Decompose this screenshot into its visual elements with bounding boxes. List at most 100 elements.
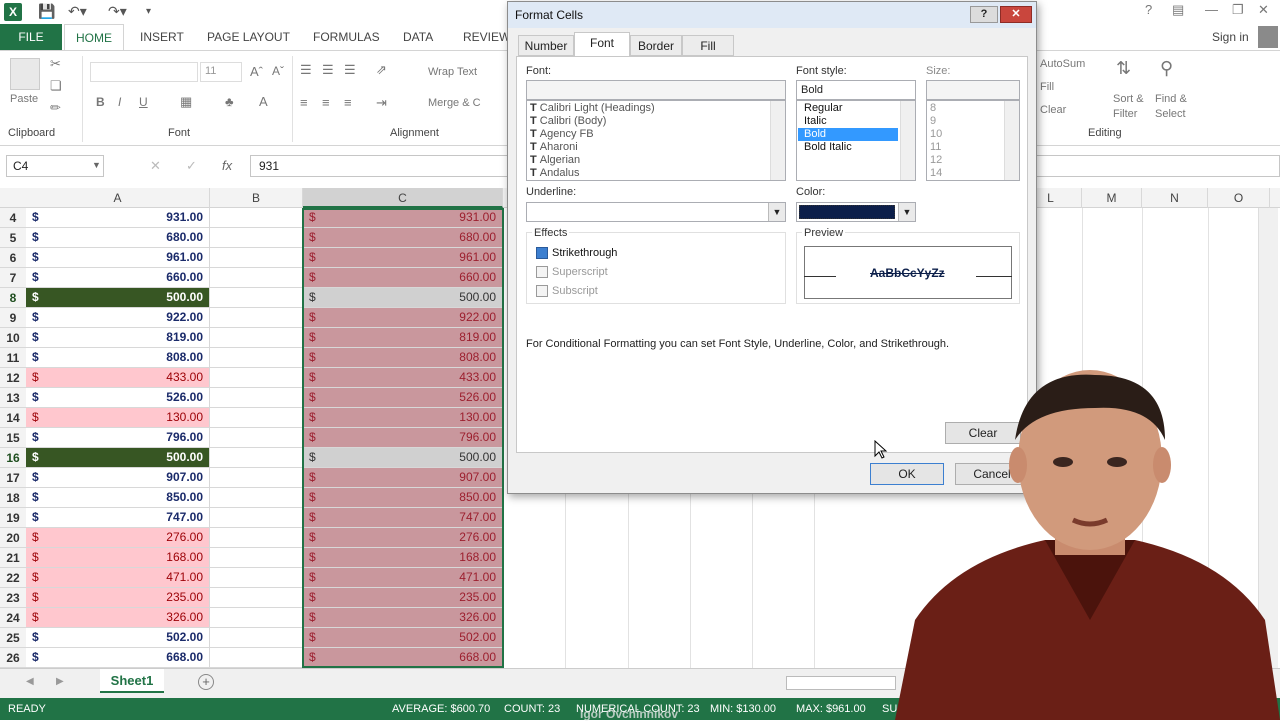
- underline-dropdown-icon[interactable]: ▼: [768, 203, 785, 221]
- row-header[interactable]: 24: [0, 608, 26, 628]
- cell-c[interactable]: $931.00: [303, 208, 503, 228]
- cell-c[interactable]: $819.00: [303, 328, 503, 348]
- cell-c[interactable]: $961.00: [303, 248, 503, 268]
- cell-b[interactable]: [210, 628, 303, 648]
- cell-a[interactable]: $500.00: [26, 448, 210, 468]
- cell-b[interactable]: [210, 368, 303, 388]
- cell-c[interactable]: $168.00: [303, 548, 503, 568]
- cell-c[interactable]: $326.00: [303, 608, 503, 628]
- cell-c[interactable]: $526.00: [303, 388, 503, 408]
- font-list-item[interactable]: T Calibri Light (Headings): [530, 102, 770, 115]
- size-input[interactable]: [926, 80, 1020, 100]
- cell-c[interactable]: $276.00: [303, 528, 503, 548]
- cell-c[interactable]: $668.00: [303, 648, 503, 668]
- redo-icon[interactable]: ↷▾: [108, 3, 127, 20]
- cell-b[interactable]: [210, 208, 303, 228]
- next-sheet-icon[interactable]: ▶: [56, 676, 64, 687]
- indent-icon[interactable]: ⇥: [376, 95, 387, 111]
- tab-insert[interactable]: INSERT: [140, 30, 184, 44]
- copy-icon[interactable]: ❏: [50, 78, 62, 94]
- bold-icon[interactable]: B: [96, 95, 105, 109]
- cell-c[interactable]: $235.00: [303, 588, 503, 608]
- shrink-font-icon[interactable]: Aˇ: [272, 64, 284, 78]
- cell-a[interactable]: $819.00: [26, 328, 210, 348]
- row-header[interactable]: 6: [0, 248, 26, 268]
- row-header[interactable]: 7: [0, 268, 26, 288]
- row-header[interactable]: 17: [0, 468, 26, 488]
- tab-page-layout[interactable]: PAGE LAYOUT: [207, 30, 290, 44]
- sign-in-link[interactable]: Sign in: [1212, 30, 1249, 44]
- cell-b[interactable]: [210, 648, 303, 668]
- cell-c[interactable]: $907.00: [303, 468, 503, 488]
- dialog-tab-font[interactable]: Font: [574, 32, 630, 57]
- name-box[interactable]: C4: [6, 155, 104, 177]
- font-list-item[interactable]: T Agency FB: [530, 128, 770, 141]
- dialog-close-icon[interactable]: ✕: [1000, 6, 1032, 23]
- align-center-icon[interactable]: ≡: [322, 95, 330, 110]
- dialog-help-icon[interactable]: ?: [970, 6, 998, 23]
- row-header[interactable]: 23: [0, 588, 26, 608]
- cell-b[interactable]: [210, 288, 303, 308]
- cell-c[interactable]: $471.00: [303, 568, 503, 588]
- dialog-tab-number[interactable]: Number: [518, 35, 574, 56]
- font-style-item[interactable]: Bold Italic: [798, 141, 898, 154]
- top-align-icon[interactable]: ☰: [300, 62, 312, 78]
- restore-icon[interactable]: ❐: [1232, 2, 1244, 18]
- orientation-icon[interactable]: ⇗: [376, 62, 387, 78]
- wrap-text-button[interactable]: Wrap Text: [428, 66, 477, 78]
- sort-filter-button[interactable]: Sort & Filter: [1113, 92, 1144, 122]
- cell-c[interactable]: $660.00: [303, 268, 503, 288]
- row-header[interactable]: 11: [0, 348, 26, 368]
- cell-a[interactable]: $808.00: [26, 348, 210, 368]
- clear-button[interactable]: Clear: [1040, 104, 1066, 116]
- user-avatar[interactable]: [1258, 26, 1278, 48]
- tab-data[interactable]: DATA: [403, 30, 433, 44]
- font-list-item[interactable]: T Calibri (Body): [530, 115, 770, 128]
- cut-icon[interactable]: ✂: [50, 56, 61, 72]
- row-header[interactable]: 14: [0, 408, 26, 428]
- size-list-item[interactable]: 9: [930, 115, 1000, 128]
- cell-a[interactable]: $500.00: [26, 288, 210, 308]
- align-right-icon[interactable]: ≡: [344, 95, 352, 110]
- cell-c[interactable]: $850.00: [303, 488, 503, 508]
- row-header[interactable]: 16: [0, 448, 26, 468]
- grow-font-icon[interactable]: Aˆ: [250, 64, 263, 79]
- cell-c[interactable]: $502.00: [303, 628, 503, 648]
- cell-a[interactable]: $502.00: [26, 628, 210, 648]
- cell-a[interactable]: $680.00: [26, 228, 210, 248]
- cell-a[interactable]: $526.00: [26, 388, 210, 408]
- size-list-item[interactable]: 8: [930, 102, 1000, 115]
- row-header[interactable]: 15: [0, 428, 26, 448]
- cell-b[interactable]: [210, 408, 303, 428]
- font-list-item[interactable]: T Andalus: [530, 167, 770, 180]
- font-style-item[interactable]: Italic: [798, 115, 898, 128]
- paste-icon[interactable]: [10, 58, 40, 90]
- cell-b[interactable]: [210, 468, 303, 488]
- cell-b[interactable]: [210, 528, 303, 548]
- row-header[interactable]: 18: [0, 488, 26, 508]
- cell-c[interactable]: $500.00: [303, 448, 503, 468]
- font-size-select[interactable]: 11: [200, 62, 242, 82]
- row-header[interactable]: 21: [0, 548, 26, 568]
- bottom-align-icon[interactable]: ☰: [344, 62, 356, 78]
- font-list-item[interactable]: T Algerian: [530, 154, 770, 167]
- cancel-entry-icon[interactable]: ✕: [150, 158, 161, 174]
- sort-filter-icon[interactable]: ⇅: [1116, 58, 1131, 79]
- close-window-icon[interactable]: ✕: [1258, 2, 1269, 18]
- row-header[interactable]: 12: [0, 368, 26, 388]
- font-color-icon[interactable]: A: [259, 94, 268, 109]
- cell-b[interactable]: [210, 388, 303, 408]
- row-header[interactable]: 22: [0, 568, 26, 588]
- name-box-dropdown-icon[interactable]: ▼: [92, 160, 101, 170]
- row-header[interactable]: 8: [0, 288, 26, 308]
- horizontal-scrollbar[interactable]: [786, 676, 896, 690]
- cell-a[interactable]: $168.00: [26, 548, 210, 568]
- cell-a[interactable]: $276.00: [26, 528, 210, 548]
- column-header-n[interactable]: N: [1142, 188, 1208, 208]
- tab-file[interactable]: FILE: [0, 24, 62, 50]
- cell-a[interactable]: $922.00: [26, 308, 210, 328]
- column-header-b[interactable]: B: [210, 188, 303, 208]
- merge-button[interactable]: Merge & C: [428, 97, 481, 109]
- cell-c[interactable]: $747.00: [303, 508, 503, 528]
- find-select-button[interactable]: Find & Select: [1155, 92, 1187, 122]
